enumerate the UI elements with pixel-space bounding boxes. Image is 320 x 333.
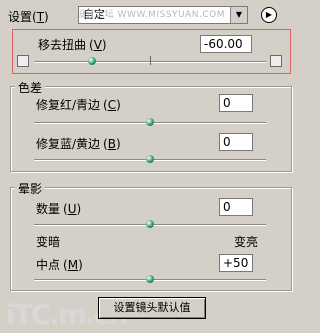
darken-label: 变暗 (36, 235, 61, 249)
settings-select[interactable]: 自定 思缘设计论坛 WWW.MISSYUAN.COM ▼ (78, 6, 248, 24)
fix-red-cyan-slider[interactable] (146, 118, 154, 126)
vignette-amount-slider[interactable] (146, 220, 154, 228)
vignette-midpoint-slider[interactable] (146, 275, 154, 283)
vignette-midpoint-label: 中点 (M) (36, 258, 83, 272)
vignette-midpoint-input[interactable]: +50 (219, 254, 253, 272)
panel-menu-icon[interactable]: ▶ (261, 7, 277, 23)
vignette-amount-label: 数量 (U) (36, 202, 82, 216)
fix-red-cyan-label: 修复红/青边 (C) (36, 98, 121, 112)
chevron-down-icon[interactable]: ▼ (230, 7, 247, 23)
vignette-amount-text: 数量 (36, 202, 61, 216)
vignette-amount-input[interactable]: 0 (219, 198, 253, 216)
vignette-title: 晕影 (15, 180, 46, 197)
fix-blue-yellow-label: 修复蓝/黄边 (B) (36, 137, 121, 151)
settings-label: 设置(T) (8, 10, 49, 24)
vignette-amount-key: U (67, 202, 77, 216)
fix-blue-yellow-text: 修复蓝/黄边 (36, 137, 101, 151)
vignette-midpoint-key: M (67, 258, 79, 272)
remove-distortion-key: V (93, 38, 102, 52)
settings-label-text: 设置 (8, 10, 33, 24)
remove-distortion-input[interactable]: -60.00 (200, 35, 252, 53)
vignette-midpoint-text: 中点 (36, 258, 61, 272)
fix-red-cyan-text: 修复红/青边 (36, 98, 101, 112)
forum-watermark: 思缘设计论坛 WWW.MISSYUAN.COM (79, 10, 225, 20)
settings-key: T (36, 10, 45, 24)
lens-correction-panel: 设置(T) 自定 思缘设计论坛 WWW.MISSYUAN.COM ▼ ▶ 移去扭… (0, 0, 302, 333)
fix-blue-yellow-key: B (107, 137, 116, 151)
lighten-label: 变亮 (234, 235, 259, 249)
remove-distortion-label: 移去扭曲 (V) (38, 38, 107, 52)
chromatic-aberration-title: 色差 (15, 79, 46, 96)
remove-distortion-center-tick (150, 56, 151, 65)
remove-distortion-text: 移去扭曲 (38, 38, 87, 52)
fix-blue-yellow-input[interactable]: 0 (219, 133, 253, 151)
barrel-icon (270, 55, 282, 67)
set-lens-default-button[interactable]: 设置镜头默认值 (98, 297, 206, 319)
pincushion-icon (17, 55, 29, 67)
fix-red-cyan-key: C (107, 98, 117, 112)
fix-blue-yellow-slider[interactable] (146, 155, 154, 163)
remove-distortion-slider[interactable] (88, 57, 96, 65)
fix-red-cyan-input[interactable]: 0 (219, 94, 253, 112)
